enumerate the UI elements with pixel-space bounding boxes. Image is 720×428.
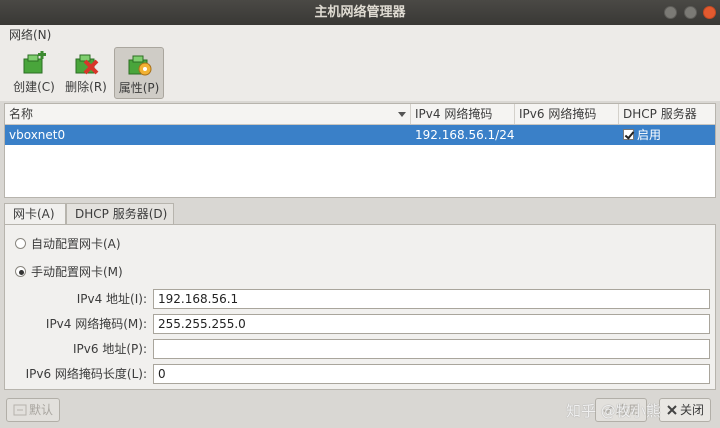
ipv6-prefix-label: IPv6 网络掩码长度(L): [25, 367, 147, 381]
close-button[interactable]: 关闭 [659, 398, 712, 422]
auto-config-option[interactable]: 自动配置网卡(A) [15, 235, 121, 253]
manual-config-option[interactable]: 手动配置网卡(M) [15, 263, 123, 281]
window-title: 主机网络管理器 [314, 5, 406, 20]
watermark: 知乎 @牧小熊 [566, 402, 661, 420]
network-add-icon [23, 51, 46, 74]
ipv6-address-label: IPv6 地址(P): [73, 342, 147, 356]
minimize-button[interactable] [664, 6, 677, 19]
column-header-ipv4[interactable]: IPv4 网络掩码 [411, 104, 515, 124]
ipv6-prefix-input[interactable] [153, 364, 710, 384]
cell-ipv4-mask: 192.168.56.1/24 [415, 128, 515, 142]
column-header-dhcp[interactable]: DHCP 服务器 [619, 104, 715, 124]
ipv4-address-input[interactable] [153, 289, 710, 309]
dhcp-enabled-checkbox[interactable] [623, 129, 634, 140]
undo-icon [13, 404, 27, 416]
properties-label: 属性(P) [118, 81, 160, 95]
cell-name: vboxnet0 [9, 128, 66, 142]
tab-dhcp-server[interactable]: DHCP 服务器(D) [66, 203, 174, 225]
network-remove-icon [75, 54, 99, 75]
column-header-name[interactable]: 名称 [5, 104, 411, 124]
close-window-button[interactable] [703, 6, 716, 19]
cell-dhcp: 启用 [619, 125, 661, 145]
manual-config-radio[interactable] [15, 266, 26, 277]
menu-network[interactable]: 网络(N) [9, 28, 51, 42]
tab-adapter[interactable]: 网卡(A) [4, 203, 66, 226]
cell-ipv6-mask [515, 125, 519, 145]
ipv4-mask-input[interactable] [153, 314, 710, 334]
properties-button[interactable]: 属性(P) [114, 47, 164, 99]
remove-button[interactable]: 删除(R) [62, 47, 110, 99]
create-label: 创建(C) [13, 80, 55, 94]
sort-down-icon [398, 112, 406, 117]
maximize-button[interactable] [684, 6, 697, 19]
ipv4-mask-label: IPv4 网络掩码(M): [45, 317, 147, 331]
reset-label: 默认 [29, 403, 54, 417]
auto-config-radio[interactable] [15, 238, 26, 249]
menu-bar: 网络(N) [0, 25, 720, 45]
adapter-panel: 自动配置网卡(A) 手动配置网卡(M) IPv4 地址(I): IPv4 网络掩… [4, 224, 716, 390]
network-settings-icon [128, 55, 152, 76]
network-table: 名称 IPv4 网络掩码 IPv6 网络掩码 DHCP 服务器 vboxnet0… [4, 103, 716, 198]
title-bar: 主机网络管理器 [0, 0, 720, 25]
create-button[interactable]: 创建(C) [10, 47, 58, 99]
manual-config-label: 手动配置网卡(M) [31, 265, 123, 279]
ipv6-address-input[interactable] [153, 339, 710, 359]
reset-button[interactable]: 默认 [6, 398, 61, 422]
table-header: 名称 IPv4 网络掩码 IPv6 网络掩码 DHCP 服务器 [5, 104, 715, 125]
ipv4-address-label: IPv4 地址(I): [76, 292, 147, 306]
remove-label: 删除(R) [65, 80, 107, 94]
auto-config-label: 自动配置网卡(A) [31, 237, 121, 251]
toolbar: 创建(C) 删除(R) 属性(P) [0, 45, 720, 101]
dhcp-enabled-label: 启用 [637, 128, 662, 142]
close-icon [667, 405, 677, 415]
table-row[interactable]: vboxnet0 192.168.56.1/24 启用 [5, 125, 715, 145]
close-label: 关闭 [680, 403, 705, 417]
column-header-ipv6[interactable]: IPv6 网络掩码 [515, 104, 619, 124]
